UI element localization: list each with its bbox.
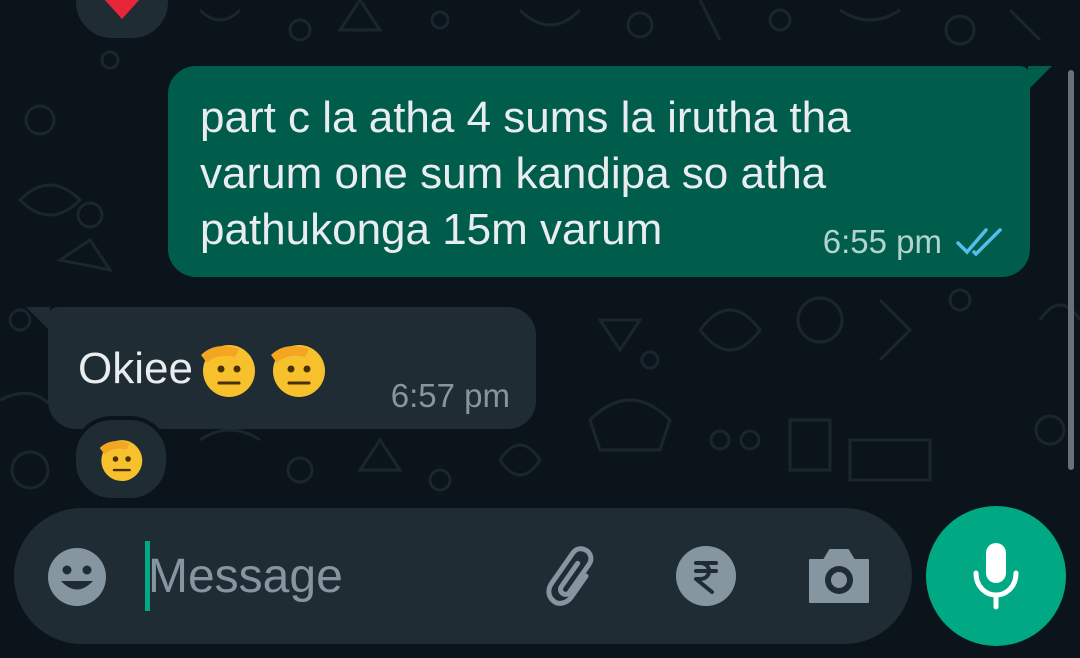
bubble-tail [26,307,50,331]
mic-button[interactable] [926,506,1066,646]
red-heart-icon [104,0,140,19]
saluting-face-icon [270,345,325,397]
paperclip-icon[interactable] [542,544,608,615]
camera-icon[interactable] [806,546,872,611]
emoji-icon[interactable] [46,546,108,613]
double-tick-icon [956,228,1002,257]
message-time: 6:55 pm [822,223,942,260]
message-composer [14,508,912,644]
message-meta: 6:55 pm [823,223,1004,261]
message-text: Okiee [78,339,331,399]
incoming-message[interactable]: Okiee 6:57 pm [26,307,536,429]
scrollbar[interactable] [1068,70,1074,470]
bubble-tail [1028,66,1052,90]
message-time: 6:57 pm [390,377,510,414]
saluting-face-icon [200,345,255,397]
outgoing-message[interactable]: part c la atha 4 sums la irutha tha varu… [168,66,1052,277]
mic-icon [973,543,1019,610]
chat-screen: part c la atha 4 sums la irutha tha varu… [0,0,1080,658]
message-text-content: Okiee [78,344,193,393]
rupee-icon[interactable] [674,544,738,613]
reaction-badge[interactable] [72,416,170,502]
saluting-face-icon [99,440,143,482]
message-input[interactable] [146,538,528,614]
